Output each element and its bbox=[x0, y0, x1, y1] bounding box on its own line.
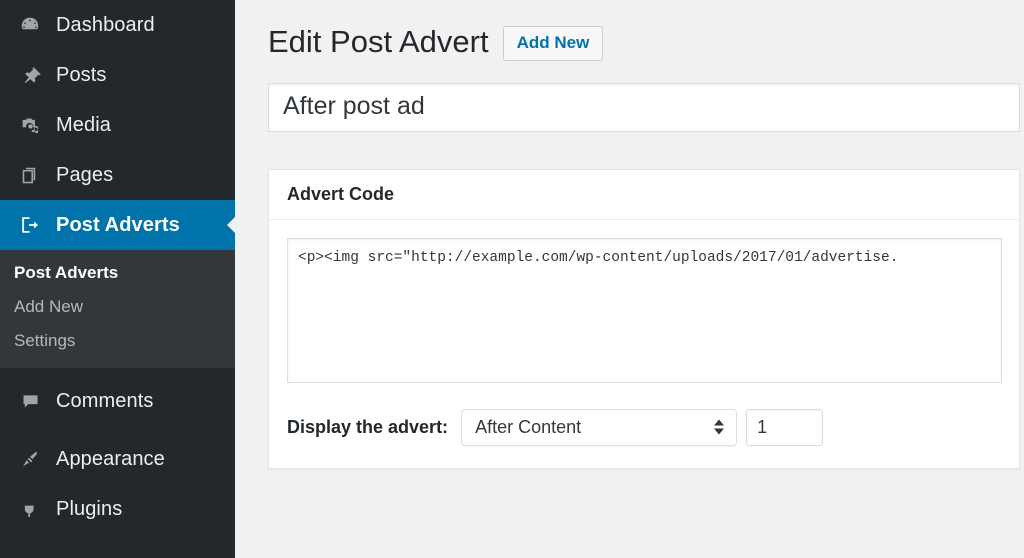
advert-count-input[interactable] bbox=[746, 408, 824, 446]
sidebar-item-appearance[interactable]: Appearance bbox=[0, 434, 235, 484]
sidebar-item-dashboard[interactable]: Dashboard bbox=[0, 0, 235, 50]
display-position-select[interactable]: After Content bbox=[461, 408, 738, 446]
display-advert-label: Display the advert: bbox=[287, 416, 449, 437]
sidebar-item-label: Media bbox=[56, 113, 111, 136]
menu-separator bbox=[0, 426, 235, 434]
submenu-item-post-adverts[interactable]: Post Adverts bbox=[0, 256, 235, 290]
advert-code-metabox: Advert Code <p><img src="http://example.… bbox=[268, 169, 1020, 469]
advert-code-textarea[interactable]: <p><img src="http://example.com/wp-conte… bbox=[287, 237, 1002, 383]
submenu-item-label: Settings bbox=[14, 331, 76, 350]
display-advert-row: Display the advert: After Content bbox=[287, 408, 1001, 446]
page-title: Edit Post Advert bbox=[268, 24, 489, 60]
sidebar-item-label: Posts bbox=[56, 63, 107, 86]
comment-bubble-icon bbox=[14, 385, 46, 417]
sidebar-item-posts[interactable]: Posts bbox=[0, 50, 235, 100]
wordpress-admin-screen: Dashboard Posts Media Pages Post Adverts… bbox=[0, 0, 1024, 558]
sidebar-submenu-post-adverts: Post Adverts Add New Settings bbox=[0, 250, 235, 368]
submenu-item-add-new[interactable]: Add New bbox=[0, 290, 235, 324]
add-new-button[interactable]: Add New bbox=[502, 26, 604, 62]
sidebar-item-comments[interactable]: Comments bbox=[0, 376, 235, 426]
metabox-title: Advert Code bbox=[287, 184, 395, 205]
pages-icon bbox=[14, 159, 46, 191]
sidebar-item-media[interactable]: Media bbox=[0, 100, 235, 150]
pin-icon bbox=[14, 59, 46, 91]
post-title-wrap bbox=[235, 61, 1024, 133]
display-position-select-wrap: After Content bbox=[461, 408, 738, 446]
dashboard-icon bbox=[14, 9, 46, 41]
sidebar-item-pages[interactable]: Pages bbox=[0, 150, 235, 200]
sidebar-item-label: Appearance bbox=[56, 447, 165, 470]
metabox-body: <p><img src="http://example.com/wp-conte… bbox=[269, 220, 1019, 468]
sidebar-item-label: Post Adverts bbox=[56, 213, 180, 236]
plug-icon bbox=[14, 493, 46, 525]
metabox-header: Advert Code bbox=[269, 170, 1019, 220]
sidebar-item-label: Dashboard bbox=[56, 13, 155, 36]
sidebar-item-label: Pages bbox=[56, 163, 114, 186]
submenu-item-label: Post Adverts bbox=[14, 263, 119, 282]
sidebar-item-label: Comments bbox=[56, 389, 154, 412]
sidebar-item-plugins[interactable]: Plugins bbox=[0, 484, 235, 534]
active-menu-arrow bbox=[227, 216, 235, 234]
menu-separator bbox=[0, 368, 235, 376]
exit-arrow-icon bbox=[14, 209, 46, 241]
sidebar-item-label: Plugins bbox=[56, 497, 123, 520]
admin-sidebar: Dashboard Posts Media Pages Post Adverts… bbox=[0, 0, 235, 558]
submenu-item-label: Add New bbox=[14, 297, 83, 316]
submenu-item-settings[interactable]: Settings bbox=[0, 324, 235, 358]
paintbrush-icon bbox=[14, 443, 46, 475]
sidebar-item-post-adverts[interactable]: Post Adverts bbox=[0, 200, 235, 250]
post-title-input[interactable] bbox=[268, 83, 1020, 133]
media-icon bbox=[14, 109, 46, 141]
admin-content-area: Edit Post Advert Add New Advert Code <p>… bbox=[235, 0, 1024, 558]
page-header: Edit Post Advert Add New bbox=[235, 0, 1024, 62]
